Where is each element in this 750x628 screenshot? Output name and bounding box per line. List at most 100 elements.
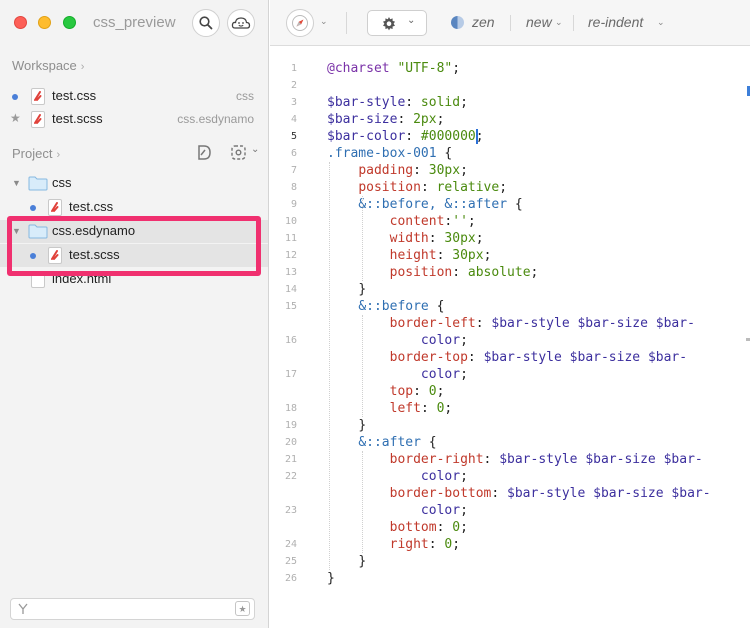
search-button[interactable] [192,9,220,37]
theme-swatch-icon [451,16,464,29]
line-number: 7 [290,165,297,176]
indent-guide [362,451,363,553]
workspace-item-test-css[interactable]: test.css css [0,85,268,108]
code-text: position: absolute; [389,265,539,280]
file-meta: css [236,89,254,103]
theme-selector[interactable]: zen [472,14,495,30]
project-actions: ⌄ [196,144,262,162]
code-line[interactable]: border-left: $bar-style $bar-size $bar- [270,315,740,332]
code-line[interactable]: 21 border-right: $bar-style $bar-size $b… [270,451,740,468]
code-text: padding: 30px; [358,163,468,178]
code-line[interactable]: border-bottom: $bar-style $bar-size $bar… [270,485,740,502]
code-line[interactable]: 12 height: 30px; [270,247,740,264]
code-text: $bar-size: 2px; [327,112,445,127]
filter-bar[interactable]: ★ [10,598,255,620]
chevron-down-icon[interactable]: ⌄ [251,144,259,155]
scrollbar-thumb[interactable] [746,338,750,341]
indent-guide [362,315,363,417]
code-text: left: 0; [389,401,453,416]
line-number: 14 [284,284,297,295]
folder-name: css [52,175,72,190]
code-line[interactable]: 7 padding: 30px; [270,162,740,179]
code-line[interactable]: 1 @charset "UTF-8"; [270,60,740,77]
filter-branch-icon [18,603,28,614]
code-line[interactable]: 23 color; [270,502,740,519]
reindent-menu[interactable]: re-indent [588,14,643,30]
line-number: 6 [290,148,297,159]
folder-icon [28,176,48,191]
code-line[interactable]: 6 .frame-box-001 { [270,145,740,162]
chevron-down-icon[interactable]: ⌄ [555,17,563,28]
code-text: width: 30px; [389,231,484,246]
code-text: color; [420,333,468,348]
code-line[interactable]: 3 $bar-style: solid; [270,94,740,111]
settings-cog-icon[interactable] [230,144,248,161]
navigate-button[interactable] [286,9,314,37]
code-line[interactable]: 26} [270,570,740,587]
code-editor[interactable]: 1 @charset "UTF-8"; 2 3 $bar-style: solid; 4 $… [270,47,750,628]
code-line[interactable]: 9 &::before, &::after { [270,196,740,213]
toolbar-divider [573,15,574,31]
code-line[interactable]: 25 } [270,553,740,570]
code-line[interactable]: 18 left: 0; [270,400,740,417]
code-line[interactable]: border-top: $bar-style $bar-size $bar- [270,349,740,366]
gear-icon [383,17,395,31]
highlight-annotation [7,216,261,276]
file-icon [31,88,45,105]
code-line[interactable]: 15 &::before { [270,298,740,315]
workspace-item-test-scss[interactable]: ★ test.scss css.esdynamo [0,108,268,131]
code-line[interactable]: 20 &::after { [270,434,740,451]
code-text: .frame-box-001 { [327,146,453,161]
code-line[interactable]: 24 right: 0; [270,536,740,553]
code-line[interactable]: 19 } [270,417,740,434]
new-menu[interactable]: new [526,14,552,30]
workspace-header[interactable]: Workspace › [12,58,84,73]
code-line[interactable]: 11 width: 30px; [270,230,740,247]
code-line[interactable]: 8 position: relative; [270,179,740,196]
chevron-right-icon: › [80,61,85,73]
line-number: 9 [290,199,297,210]
code-line[interactable]: 14 } [270,281,740,298]
line-number: 25 [284,556,297,567]
line-number: 18 [284,403,297,414]
code-line[interactable]: top: 0; [270,383,740,400]
text-caret [476,129,478,144]
chevron-down-icon[interactable]: ⌄ [657,17,665,28]
code-line[interactable]: 22 color; [270,468,740,485]
code-line[interactable]: 4 $bar-size: 2px; [270,111,740,128]
code-text: $bar-color: #000000; [327,129,484,144]
code-line[interactable]: 17 color; [270,366,740,383]
code-line[interactable]: 16 color; [270,332,740,349]
line-number: 22 [284,471,297,482]
project-label: Project [12,146,53,161]
code-line[interactable]: bottom: 0; [270,519,740,536]
code-text: } [358,554,367,569]
code-text: border-top: $bar-style $bar-size $bar- [389,350,688,365]
project-header[interactable]: Project › [12,146,60,161]
minimize-window-button[interactable] [38,16,51,29]
code-line[interactable]: 10 content:''; [270,213,740,230]
dynamo-icon[interactable] [196,144,212,161]
line-number: 1 [290,63,297,74]
snippets-button[interactable] [227,9,255,37]
line-number: 26 [284,573,297,584]
line-number: 10 [284,216,297,227]
settings-button[interactable]: ⌄ [367,10,427,36]
file-meta: css.esdynamo [177,112,254,126]
tree-folder-css[interactable]: ▼ css [0,172,268,195]
workspace-label: Workspace [12,58,77,73]
code-line[interactable]: 5 $bar-color: #000000; [270,128,740,145]
close-window-button[interactable] [14,16,27,29]
code-text: right: 0; [389,537,461,552]
disclosure-open-icon[interactable]: ▼ [12,178,21,188]
favorites-filter-icon[interactable]: ★ [235,601,250,616]
code-text: } [358,418,367,433]
chevron-down-icon[interactable]: ⌄ [320,16,328,27]
zoom-window-button[interactable] [63,16,76,29]
code-text: &::after { [358,435,437,450]
chevron-right-icon: › [56,149,61,161]
code-line[interactable]: 13 position: absolute; [270,264,740,281]
line-number: 23 [284,505,297,516]
line-number: 5 [290,131,297,142]
code-line[interactable]: 2 [270,77,740,94]
